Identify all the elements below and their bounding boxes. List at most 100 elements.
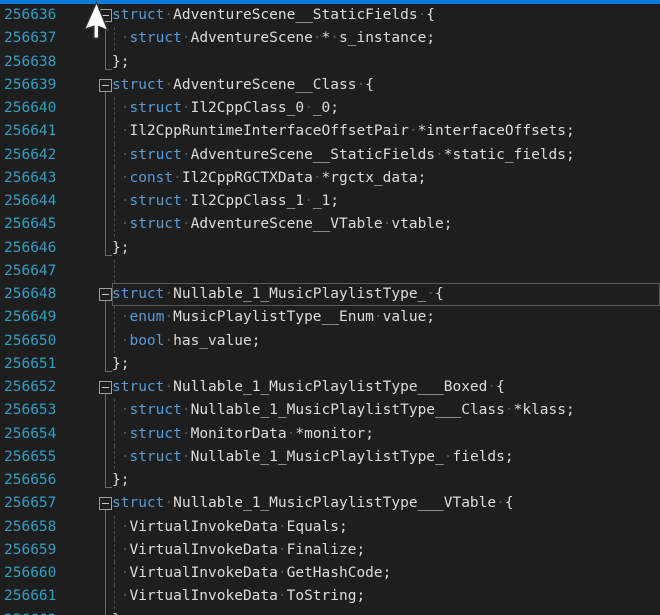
code-text: ·struct·AdventureScene__StaticFields·*st…	[112, 144, 575, 167]
identifier-token: Nullable_1_MusicPlaylistType_	[191, 449, 444, 465]
outline-connector-line	[105, 306, 106, 329]
keyword-token: struct	[129, 100, 181, 116]
whitespace-dot: ·	[164, 309, 173, 325]
indent-whitespace-dots: ·	[112, 100, 129, 116]
keyword-token: struct	[129, 449, 181, 465]
identifier-token: Equals;	[287, 519, 348, 535]
keyword-token: struct	[112, 379, 164, 395]
identifier-token: AdventureScene	[191, 30, 313, 46]
outline-connector-line	[105, 213, 106, 236]
identifier-token: VirtualInvokeData	[129, 542, 277, 558]
code-text: ·VirtualInvokeData·GetHashCode;	[112, 562, 391, 585]
whitespace-dot: ·	[278, 588, 287, 604]
identifier-token: *rgctx_data;	[322, 170, 427, 186]
identifier-token: };	[112, 472, 129, 488]
whitespace-dot: ·	[182, 147, 191, 163]
whitespace-dot: ·	[356, 77, 365, 93]
identifier-token: AdventureScene__Class	[173, 77, 356, 93]
line-number: 256645	[4, 213, 56, 236]
identifier-token: *monitor;	[295, 426, 374, 442]
code-line[interactable]: 256641 ·Il2CppRuntimeInterfaceOffsetPair…	[0, 120, 660, 143]
keyword-token: struct	[129, 193, 181, 209]
outline-connector-line	[105, 469, 106, 488]
outline-region-end-tick	[105, 371, 112, 372]
whitespace-dot: ·	[409, 123, 418, 139]
identifier-token: VirtualInvokeData	[129, 588, 277, 604]
code-line[interactable]: 256653 ·struct·Nullable_1_MusicPlaylistT…	[0, 399, 660, 422]
code-line[interactable]: 256654 ·struct·MonitorData·*monitor;	[0, 423, 660, 446]
identifier-token: vtable;	[391, 216, 452, 232]
code-line[interactable]: 256651};	[0, 353, 660, 376]
code-line[interactable]: 256643 ·const·Il2CppRGCTXData·*rgctx_dat…	[0, 167, 660, 190]
code-line[interactable]: 256646};	[0, 237, 660, 260]
fold-collapse-icon[interactable]	[99, 288, 112, 301]
outline-connector-line	[105, 190, 106, 213]
whitespace-dot: ·	[278, 519, 287, 535]
code-text: ·struct·AdventureScene__VTable·vtable;	[112, 213, 453, 236]
indent-whitespace-dots: ·	[112, 147, 129, 163]
identifier-token: {	[435, 286, 444, 302]
code-editor-pane[interactable]: 256636struct·AdventureScene__StaticField…	[0, 0, 660, 615]
whitespace-dot: ·	[444, 449, 453, 465]
code-line[interactable]: 256652struct·Nullable_1_MusicPlaylistTyp…	[0, 376, 660, 399]
identifier-token: AdventureScene__StaticFields	[173, 7, 417, 23]
fold-collapse-icon[interactable]	[99, 381, 112, 394]
identifier-token: MusicPlaylistType__Enum	[173, 309, 374, 325]
outline-connector-line	[105, 562, 106, 585]
identifier-token: Il2CppClass_1	[191, 193, 305, 209]
whitespace-dot: ·	[164, 379, 173, 395]
code-line[interactable]: 256649 ·enum·MusicPlaylistType__Enum·val…	[0, 306, 660, 329]
code-line[interactable]: 256660 ·VirtualInvokeData·GetHashCode;	[0, 562, 660, 585]
indent-whitespace-dots: ·	[112, 426, 129, 442]
code-line[interactable]: 256655 ·struct·Nullable_1_MusicPlaylistT…	[0, 446, 660, 469]
whitespace-dot: ·	[182, 402, 191, 418]
whitespace-dot: ·	[173, 170, 182, 186]
line-number: 256656	[4, 469, 56, 492]
code-line[interactable]: 256656};	[0, 469, 660, 492]
whitespace-dot: ·	[278, 565, 287, 581]
indent-whitespace-dots: ·	[112, 588, 129, 604]
line-number: 256643	[4, 167, 56, 190]
outline-region-end-tick	[105, 487, 112, 488]
line-number: 256652	[4, 376, 56, 399]
code-line[interactable]: 256662};	[0, 609, 660, 615]
code-line[interactable]: 256638};	[0, 51, 660, 74]
code-text: ·bool·has_value;	[112, 330, 260, 353]
identifier-token: fields;	[453, 449, 514, 465]
fold-collapse-icon[interactable]	[99, 79, 112, 92]
line-number: 256657	[4, 492, 56, 515]
code-line[interactable]: 256639struct·AdventureScene__Class·{	[0, 74, 660, 97]
line-number: 256639	[4, 74, 56, 97]
fold-collapse-icon[interactable]	[99, 497, 112, 510]
line-number: 256638	[4, 51, 56, 74]
code-line[interactable]: 256647	[0, 260, 660, 283]
whitespace-dot: ·	[164, 495, 173, 511]
code-line[interactable]: 256658 ·VirtualInvokeData·Equals;	[0, 516, 660, 539]
code-line[interactable]: 256645 ·struct·AdventureScene__VTable·vt…	[0, 213, 660, 236]
code-line[interactable]: 256661 ·VirtualInvokeData·ToString;	[0, 585, 660, 608]
code-line[interactable]: 256642 ·struct·AdventureScene__StaticFie…	[0, 144, 660, 167]
identifier-token: Il2CppClass_0	[191, 100, 305, 116]
outline-connector-line	[105, 353, 106, 372]
identifier-token: Finalize;	[287, 542, 366, 558]
indent-whitespace-dots: ·	[112, 565, 129, 581]
whitespace-dot: ·	[330, 30, 339, 46]
indent-whitespace-dots: ·	[112, 193, 129, 209]
code-line[interactable]: 256644 ·struct·Il2CppClass_1·_1;	[0, 190, 660, 213]
code-line[interactable]: 256648struct·Nullable_1_MusicPlaylistTyp…	[0, 283, 660, 306]
whitespace-dot: ·	[418, 7, 427, 23]
whitespace-dot: ·	[304, 193, 313, 209]
line-number: 256636	[4, 4, 56, 27]
whitespace-dot: ·	[435, 147, 444, 163]
code-line[interactable]: 256657struct·Nullable_1_MusicPlaylistTyp…	[0, 492, 660, 515]
code-line[interactable]: 256659 ·VirtualInvokeData·Finalize;	[0, 539, 660, 562]
indent-whitespace-dots: ·	[112, 333, 129, 349]
code-line[interactable]: 256640 ·struct·Il2CppClass_0·_0;	[0, 97, 660, 120]
code-line[interactable]: 256650 ·bool·has_value;	[0, 330, 660, 353]
whitespace-dot: ·	[182, 193, 191, 209]
keyword-token: struct	[129, 147, 181, 163]
outline-connector-line	[105, 330, 106, 353]
keyword-token: struct	[112, 286, 164, 302]
code-text: ·struct·Nullable_1_MusicPlaylistType_·fi…	[112, 446, 514, 469]
line-number: 256647	[4, 260, 56, 283]
